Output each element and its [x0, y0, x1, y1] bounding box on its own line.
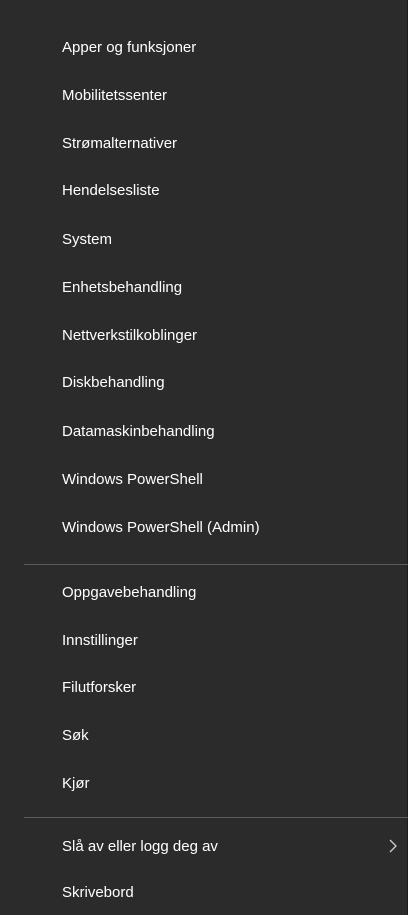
menu-item-label: Enhetsbehandling — [62, 278, 183, 296]
chevron-right-icon — [389, 839, 397, 853]
menu-item-power-options[interactable]: Strømalternativer — [0, 120, 408, 166]
menu-item-mobility-center[interactable]: Mobilitetssenter — [0, 72, 408, 118]
menu-item-label: Mobilitetssenter — [62, 86, 168, 104]
menu-item-label: Slå av eller logg deg av — [62, 837, 218, 855]
menu-item-desktop[interactable]: Skrivebord — [0, 869, 408, 915]
menu-item-label: Diskbehandling — [62, 373, 165, 391]
menu-item-label: Skrivebord — [62, 883, 134, 901]
menu-item-label: Kjør — [62, 774, 90, 792]
menu-item-windows-powershell-admin[interactable]: Windows PowerShell (Admin) — [0, 504, 408, 550]
menu-item-label: Strømalternativer — [62, 134, 178, 152]
menu-item-label: Nettverkstilkoblinger — [62, 326, 198, 344]
menu-item-settings[interactable]: Innstillinger — [0, 617, 408, 663]
menu-item-search[interactable]: Søk — [0, 712, 408, 758]
menu-item-label: Apper og funksjoner — [62, 38, 197, 56]
menu-item-label: System — [62, 230, 113, 248]
menu-item-file-explorer[interactable]: Filutforsker — [0, 664, 408, 710]
menu-item-label: Filutforsker — [62, 678, 137, 696]
menu-item-windows-powershell[interactable]: Windows PowerShell — [0, 456, 408, 502]
menu-item-computer-management[interactable]: Datamaskinbehandling — [0, 408, 408, 454]
menu-item-label: Windows PowerShell (Admin) — [62, 518, 260, 536]
menu-item-network-connections[interactable]: Nettverkstilkoblinger — [0, 312, 408, 358]
menu-item-disk-management[interactable]: Diskbehandling — [0, 359, 408, 405]
menu-item-run[interactable]: Kjør — [0, 760, 408, 806]
menu-item-system[interactable]: System — [0, 216, 408, 262]
menu-item-task-manager[interactable]: Oppgavebehandling — [0, 569, 408, 615]
power-user-menu: Apper og funksjoner Mobilitetssenter Str… — [0, 0, 408, 915]
menu-item-apps-and-features[interactable]: Apper og funksjoner — [0, 24, 408, 70]
menu-item-label: Søk — [62, 726, 89, 744]
menu-item-shut-down-or-sign-out[interactable]: Slå av eller logg deg av — [0, 823, 408, 869]
menu-item-label: Innstillinger — [62, 631, 138, 649]
menu-item-label: Windows PowerShell — [62, 470, 203, 488]
menu-item-device-manager[interactable]: Enhetsbehandling — [0, 264, 408, 310]
menu-item-label: Hendelsesliste — [62, 181, 160, 199]
menu-separator — [24, 564, 408, 565]
menu-item-label: Datamaskinbehandling — [62, 422, 215, 440]
menu-item-event-viewer[interactable]: Hendelsesliste — [0, 167, 408, 213]
menu-separator — [24, 817, 408, 818]
menu-item-label: Oppgavebehandling — [62, 583, 197, 601]
